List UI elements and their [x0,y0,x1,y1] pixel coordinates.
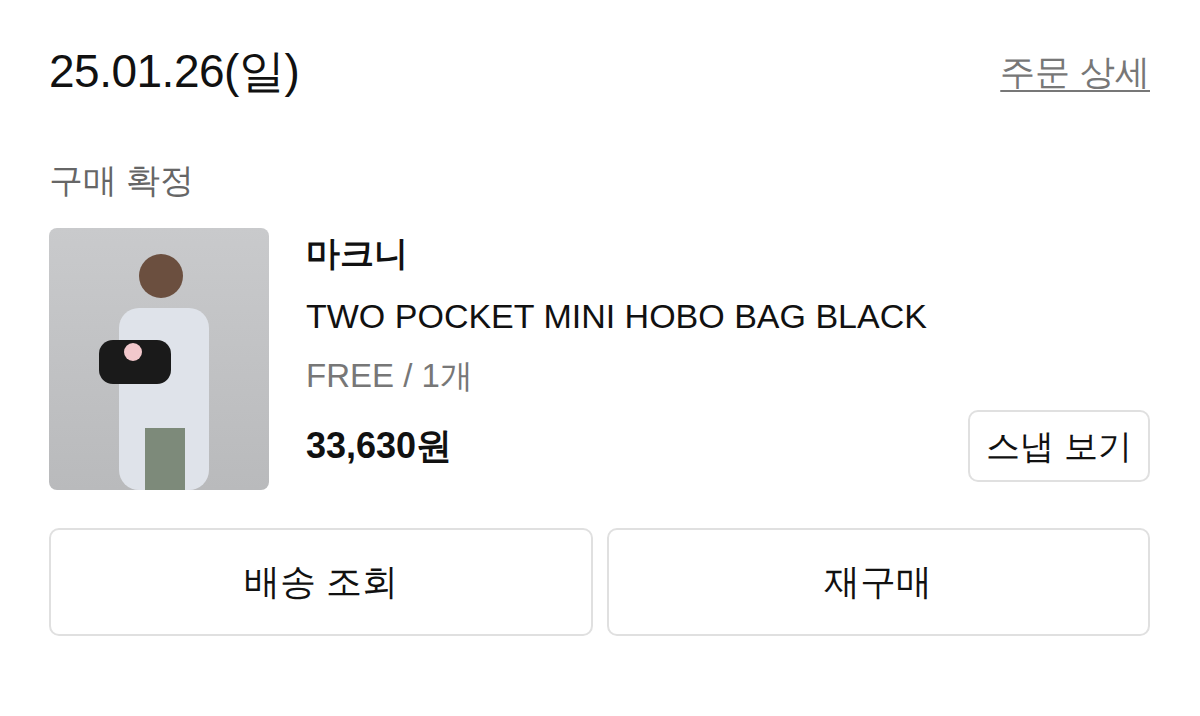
order-date: 25.01.26(일) [49,44,299,99]
snap-button[interactable]: 스냅 보기 [968,410,1150,482]
product-option: FREE / 1개 [306,355,1150,396]
action-button[interactable]: 배송 조회 [49,528,593,636]
product-price: 33,630원 [306,419,452,473]
order-item: 마크니 TWO POCKET MINI HOBO BAG BLACK FREE / … [49,228,1150,490]
order-header: 25.01.26(일) 주문 상세 [49,36,1150,108]
order-card: 25.01.26(일) 주문 상세구매 확정마크니 TWO POCKET MINI … [0,0,1200,636]
product-photo-icon [49,228,269,490]
price-row: 33,630원 스냅 보기 [306,410,1150,482]
order-detail-link[interactable]: 주문 상세 [1000,46,1150,99]
action-button[interactable]: 재구매 [607,528,1151,636]
product-info: 마크니 TWO POCKET MINI HOBO BAG BLACK FREE / … [306,228,1150,490]
order-status: 구매 확정 [49,158,1150,202]
product-brand: 마크니 [306,232,1150,275]
product-photo[interactable] [49,228,269,490]
action-buttons: 배송 조회재구매 [49,528,1150,636]
product-name: TWO POCKET MINI HOBO BAG BLACK [306,295,1150,338]
